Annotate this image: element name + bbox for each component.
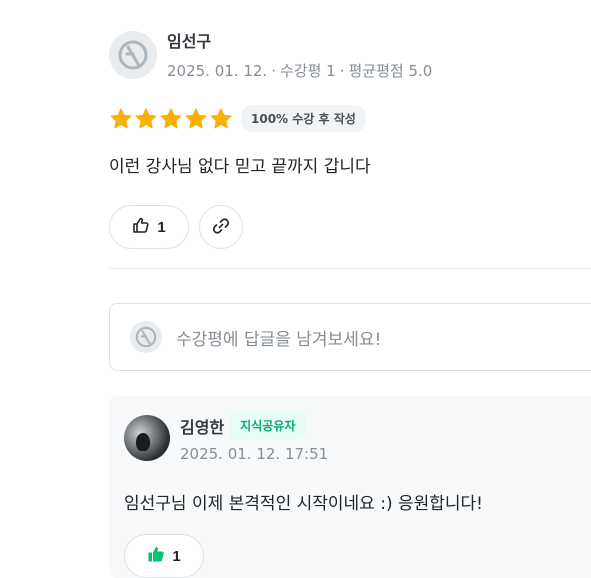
- avatar[interactable]: [124, 414, 170, 461]
- review-actions: 1: [109, 205, 591, 249]
- divider: [109, 268, 591, 269]
- instructor-badge: 지식공유자: [230, 412, 306, 439]
- review-meta: 2025. 01. 12. · 수강평 1 · 평균평점 5.0: [167, 60, 432, 81]
- comment-author[interactable]: 김영한: [180, 414, 224, 438]
- like-button[interactable]: 1: [109, 205, 189, 249]
- reply-placeholder[interactable]: 수강평에 답글을 남겨보세요!: [176, 325, 381, 350]
- completion-badge: 100% 수강 후 작성: [241, 105, 366, 132]
- separator: ·: [339, 62, 345, 80]
- reply-input[interactable]: 수강평에 답글을 남겨보세요!: [109, 303, 591, 371]
- comment-date: 2025. 01. 12. 17:51: [180, 445, 329, 463]
- copy-link-button[interactable]: [199, 205, 243, 249]
- star-icon: [185, 107, 207, 128]
- review-card: 임선구 2025. 01. 12. · 수강평 1 · 평균평점 5.0 100% 수강…: [109, 28, 591, 249]
- instructor-comment: 김영한 지식공유자 2025. 01. 12. 17:51 임선구님 이제 본격…: [109, 396, 591, 578]
- star-icon: [135, 107, 157, 128]
- review-date: 2025. 01. 12.: [167, 62, 268, 80]
- comment-like-button[interactable]: 1: [124, 534, 204, 578]
- reviewer-row: 임선구 2025. 01. 12. · 수강평 1 · 평균평점 5.0: [109, 28, 591, 81]
- comment-text: 임선구님 이제 본격적인 시작이네요 :) 응원합니다!: [124, 494, 483, 514]
- review-text: 이런 강사님 없다 믿고 끝까지 갑니다: [109, 157, 371, 177]
- comment-like-count: 1: [172, 547, 181, 565]
- comment-name-row: 김영한 지식공유자: [180, 412, 328, 439]
- comment-header: 김영한 지식공유자 2025. 01. 12. 17:51: [124, 412, 591, 463]
- reviewer-review-count: 수강평 1: [279, 62, 336, 80]
- link-icon: [211, 216, 231, 239]
- default-avatar-icon[interactable]: [109, 30, 157, 79]
- star-icon: [110, 107, 132, 128]
- thumbs-up-icon: [132, 216, 150, 238]
- star-rating: [109, 107, 233, 131]
- separator: ·: [271, 62, 276, 80]
- reviewer-avg-rating: 평균평점 5.0: [348, 62, 433, 80]
- rating-row: 100% 수강 후 작성: [109, 105, 591, 132]
- star-icon: [160, 107, 182, 128]
- default-avatar-icon: [130, 321, 162, 353]
- thumbs-up-icon: [147, 545, 165, 567]
- like-count: 1: [157, 218, 166, 236]
- star-icon: [210, 107, 232, 128]
- reviewer-name[interactable]: 임선구: [167, 28, 432, 52]
